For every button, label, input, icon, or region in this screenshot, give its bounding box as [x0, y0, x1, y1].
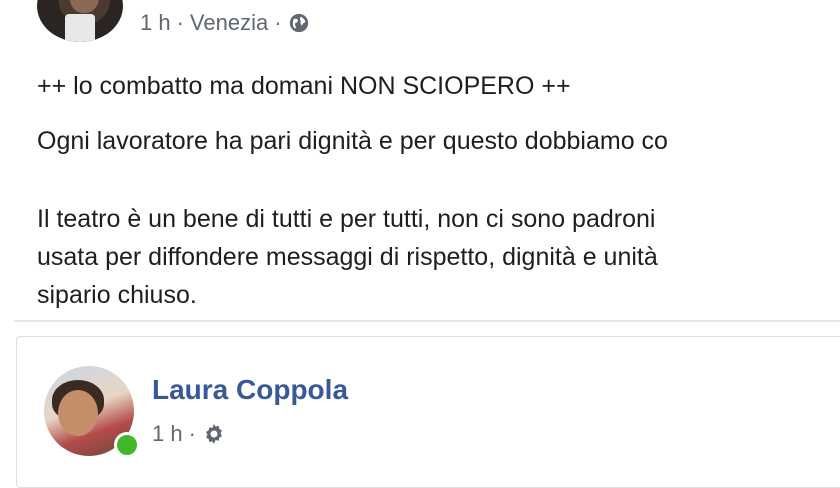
separator: · — [274, 10, 282, 35]
card-meta: 1 h · — [152, 421, 226, 447]
author-name[interactable]: Laura Coppola — [152, 374, 348, 406]
post: 1 h · Venezia · ++ lo combatto ma domani… — [0, 0, 840, 330]
post-paragraph: Il teatro è un bene di tutti e per tutti… — [37, 200, 658, 314]
post-line: Il teatro è un bene di tutti e per tutti… — [37, 205, 656, 233]
post-line: usata per diffondere messaggi di rispett… — [37, 243, 658, 271]
globe-icon[interactable] — [288, 12, 310, 34]
separator: · — [188, 421, 196, 446]
post-headline: ++ lo combatto ma domani NON SCIOPERO ++ — [37, 72, 571, 100]
separator: · — [176, 10, 184, 35]
post-time[interactable]: 1 h — [140, 10, 171, 36]
online-status-indicator — [114, 432, 140, 458]
post-paragraph: Ogni lavoratore ha pari dignità e per qu… — [37, 127, 668, 155]
comment-card — [16, 336, 840, 488]
post-meta: 1 h · Venezia · — [140, 10, 310, 36]
post-location[interactable]: Venezia — [190, 10, 268, 36]
author-avatar[interactable] — [37, 0, 123, 42]
gear-icon[interactable] — [202, 422, 226, 446]
post-line: sipario chiuso. — [37, 281, 197, 309]
divider — [14, 320, 840, 322]
post-time[interactable]: 1 h — [152, 421, 183, 447]
